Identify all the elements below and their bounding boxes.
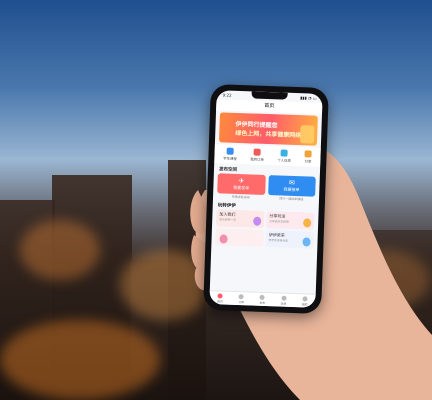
publish-tab-icon — [259, 294, 266, 300]
tab-me[interactable]: 我的 — [301, 295, 308, 307]
share-icon — [304, 150, 312, 158]
smartphone: 9:22 ▮▮▮ ◔ ▭ 首页 伊伊同行提醒您 绿色上网，共享健康网络 学生课程… — [203, 84, 329, 314]
tile-illustration — [302, 237, 311, 247]
promo-banner[interactable]: 伊伊同行提醒您 绿色上网，共享健康网络 — [218, 112, 318, 146]
tab-messages[interactable]: 消息 — [281, 295, 287, 305]
course-icon — [226, 147, 234, 155]
rewards-tile[interactable]: 伊伊奖采 伊伊奖采等你来 — [265, 230, 314, 249]
tab-label: 发布 — [259, 300, 266, 305]
quick-action-profile[interactable]: 个人信息 — [277, 149, 292, 163]
quick-action-label: 学生课程 — [223, 156, 237, 161]
status-icons: ▮▮▮ ◔ ▭ — [300, 95, 317, 101]
status-time: 9:22 — [222, 92, 232, 98]
home-icon — [217, 292, 223, 299]
quick-action-label: 我的订单 — [250, 157, 264, 162]
quick-action-label: 个人信息 — [277, 158, 292, 163]
promo-tile[interactable] — [215, 228, 264, 247]
quick-action-orders[interactable]: 我的订单 — [250, 148, 264, 162]
user-tab-icon — [302, 295, 308, 302]
join-us-tile[interactable]: 加入我们 成为伊伊一员 — [216, 209, 265, 228]
quick-action-label: 分享 — [304, 159, 312, 164]
banner-line2: 绿色上网，共享健康网络 — [235, 129, 302, 140]
tab-label: 首页 — [217, 298, 223, 304]
tab-orders[interactable]: 订单 — [238, 293, 245, 304]
tab-label: 我的 — [301, 301, 308, 307]
share-play-tile[interactable]: 分享玩法 分享给好友获得 — [265, 211, 315, 230]
play-grid: 加入我们 成为伊伊一员 分享玩法 分享给好友获得 伊伊奖采 伊伊奖采等你来 — [211, 209, 318, 249]
tile-illustration — [219, 234, 228, 244]
city-background: 9:22 ▮▮▮ ◔ ▭ 首页 伊伊同行提醒您 绿色上网，共享健康网络 学生课程… — [0, 0, 432, 400]
profile-card-icon — [280, 149, 289, 157]
message-tab-icon — [281, 295, 287, 301]
page-title: 首页 — [216, 99, 323, 114]
banner-illustration — [299, 125, 315, 144]
card-label: 我要发单 — [233, 184, 250, 190]
phone-screen: 9:22 ▮▮▮ ◔ ▭ 首页 伊伊同行提醒您 绿色上网，共享健康网络 学生课程… — [209, 90, 323, 308]
tab-label: 订单 — [238, 299, 245, 304]
tab-home[interactable]: 首页 — [217, 292, 223, 304]
phone-notch — [251, 91, 288, 100]
card-label: 我要接单 — [283, 186, 300, 192]
order-tab-icon — [238, 293, 244, 299]
order-icon — [253, 148, 261, 156]
quick-action-courses[interactable]: 学生课程 — [223, 147, 237, 161]
post-order-button[interactable]: ✈ 我要发单 — [217, 173, 266, 195]
quick-action-share[interactable]: 分享 — [304, 150, 312, 164]
publish-cards: ✈ 我要发单 ✉ 我要接单 — [213, 173, 320, 197]
tile-illustration — [253, 216, 262, 226]
bottom-tab-bar: 首页 订单 发布 消息 我的 — [209, 290, 316, 308]
tile-illustration — [303, 218, 312, 228]
take-order-button[interactable]: ✉ 我要接单 — [267, 175, 316, 197]
tab-label: 消息 — [280, 301, 287, 306]
tab-publish[interactable]: 发布 — [259, 294, 266, 305]
